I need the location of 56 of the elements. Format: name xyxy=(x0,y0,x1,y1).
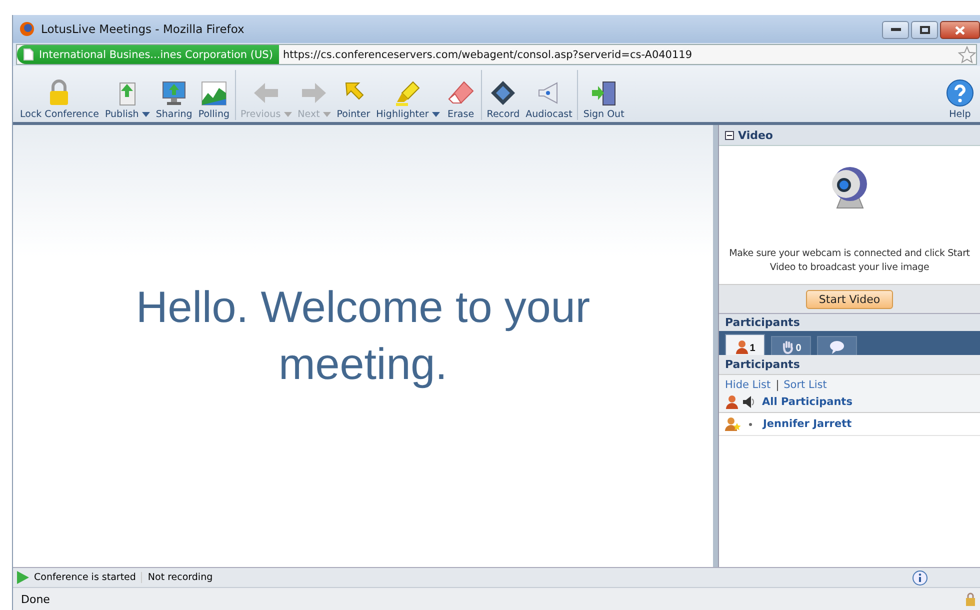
window-title: LotusLive Meetings - Mozilla Firefox xyxy=(41,22,244,36)
toolbar-button[interactable]: Pointer xyxy=(334,79,374,120)
bullet-icon xyxy=(749,422,752,426)
close-button[interactable] xyxy=(940,21,980,39)
bookmark-star-icon[interactable] xyxy=(958,46,976,64)
lock-icon xyxy=(965,592,976,606)
chart-icon xyxy=(198,79,229,107)
toolbar-button[interactable]: Record xyxy=(484,79,523,120)
person-icon xyxy=(734,340,749,354)
toolbar-button[interactable]: Polling xyxy=(195,79,232,120)
moderator-icon xyxy=(725,417,741,431)
toolbar-button[interactable]: Sign Out xyxy=(580,79,628,120)
start-video-button[interactable]: Start Video xyxy=(806,290,894,309)
help-icon xyxy=(946,79,974,107)
list-link[interactable]: Sort List xyxy=(784,379,827,391)
collapse-icon[interactable] xyxy=(725,130,734,140)
panel-title: Video xyxy=(738,128,773,142)
participants-tab[interactable] xyxy=(817,336,857,355)
participant-name[interactable]: Jennifer Jarrett xyxy=(763,418,852,430)
address-bar[interactable]: International Busines...ines Corporation (US) https://cs.conferenceservers.com/webagent/consol.asp?serverid=cs-A040119 xyxy=(16,44,977,65)
welcome-text: Hello. Welcome to your meeting. xyxy=(134,282,592,391)
video-panel-header[interactable]: Video xyxy=(719,125,980,146)
help-button[interactable]: Help xyxy=(943,79,977,120)
toolbar-button[interactable]: Highlighter xyxy=(373,79,443,120)
caret-icon xyxy=(142,112,150,117)
firefox-icon xyxy=(19,21,35,37)
participants-tab[interactable]: 0 xyxy=(771,336,811,355)
minimize-button[interactable] xyxy=(882,21,909,39)
toolbar-button[interactable]: Lock Conference xyxy=(17,79,102,120)
url-text: https://cs.conferenceservers.com/webagent/consol.asp?serverid=cs-A040119 xyxy=(282,48,692,60)
page-icon xyxy=(23,48,34,61)
caret-icon xyxy=(284,112,292,117)
caret-icon xyxy=(322,112,331,117)
minimize-icon xyxy=(890,28,900,32)
recording-status: Not recording xyxy=(140,572,213,583)
toolbar-button[interactable]: Publish xyxy=(102,79,153,120)
toolbar-button[interactable]: Sharing xyxy=(152,79,196,120)
browser-status-text: Done xyxy=(21,592,50,606)
participants-tab[interactable]: 1 xyxy=(725,334,765,355)
list-link[interactable]: Hide List xyxy=(725,379,771,391)
maximize-button[interactable] xyxy=(911,21,938,39)
conference-status: Conference is started xyxy=(34,572,136,583)
close-icon xyxy=(955,26,965,34)
webcam-message: Make sure your webcam is connected and click Start Video to broadcast your live image xyxy=(728,246,971,276)
toolbar-button[interactable]: Erase xyxy=(442,79,479,120)
info-icon[interactable] xyxy=(912,570,928,586)
speaker-icon xyxy=(742,395,756,409)
panel-title: Participants xyxy=(719,313,980,331)
play-icon xyxy=(17,571,29,584)
person-icon xyxy=(725,395,739,409)
hand-icon xyxy=(780,340,795,354)
maximize-icon xyxy=(920,26,930,34)
chat-icon xyxy=(829,340,845,354)
toolbar-button[interactable]: Audiocast xyxy=(522,79,576,120)
caret-icon xyxy=(432,112,440,117)
section-title: Participants xyxy=(719,355,980,375)
